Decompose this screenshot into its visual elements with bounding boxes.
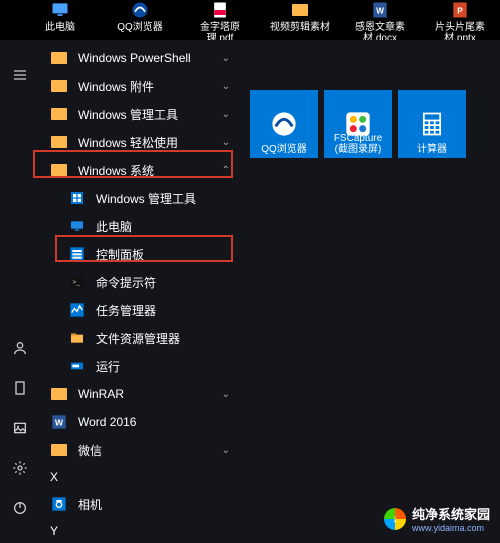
- app-item-cmd[interactable]: >_ 命令提示符: [40, 268, 240, 296]
- pictures-button[interactable]: [0, 408, 40, 448]
- app-folder-admintools[interactable]: Windows 管理工具 ⌄: [40, 100, 240, 128]
- tile-label: QQ浏览器: [254, 144, 314, 155]
- thispc-icon: [68, 217, 86, 235]
- folder-icon: [50, 385, 68, 403]
- chevron-down-icon: ⌄: [222, 53, 230, 64]
- folder-icon: [50, 161, 68, 179]
- app-label: Windows 轻松使用: [78, 134, 240, 151]
- app-label: Windows 管理工具: [96, 190, 240, 207]
- app-folder-accessories[interactable]: Windows 附件 ⌄: [40, 72, 240, 100]
- folder-icon: [50, 133, 68, 151]
- app-label: 运行: [96, 358, 240, 375]
- svg-text:W: W: [376, 5, 384, 15]
- app-label: Windows 附件: [78, 78, 240, 95]
- app-item-taskmanager[interactable]: 任务管理器: [40, 296, 240, 324]
- app-label: 控制面板: [96, 246, 240, 263]
- app-label: 命令提示符: [96, 274, 240, 291]
- app-label: Word 2016: [78, 415, 240, 429]
- desktop-icon-folder-video[interactable]: 视频剪辑素材: [270, 0, 330, 33]
- chevron-down-icon: ⌄: [222, 445, 230, 456]
- section-letter-y[interactable]: Y: [40, 518, 240, 543]
- app-item-run[interactable]: 运行: [40, 352, 240, 380]
- tile-qqbrowser[interactable]: QQ浏览器: [250, 90, 318, 158]
- cmd-icon: >_: [68, 273, 86, 291]
- word-icon: W: [50, 413, 68, 431]
- tile-label: FSCapture (截图录屏): [328, 133, 388, 155]
- watermark: 纯净系统家园 www.yidaima.com: [384, 504, 490, 533]
- monitor-icon: [50, 0, 70, 20]
- svg-text:P: P: [457, 5, 463, 15]
- expand-button[interactable]: [0, 55, 40, 95]
- app-label: Windows 管理工具: [78, 106, 240, 123]
- app-item-camera[interactable]: 相机: [40, 490, 240, 518]
- desktop-icon-pptx[interactable]: P 片头片尾素材.pptx: [430, 0, 490, 44]
- desktop-icon-thispc[interactable]: 此电脑: [30, 0, 90, 33]
- desktop-icon-label: 视频剪辑素材: [270, 22, 330, 33]
- app-folder-easeofaccess[interactable]: Windows 轻松使用 ⌄: [40, 128, 240, 156]
- watermark-logo-icon: [384, 508, 406, 530]
- calculator-icon: [417, 109, 447, 139]
- folder-icon: [50, 77, 68, 95]
- app-folder-wechat[interactable]: 微信 ⌄: [40, 436, 240, 464]
- run-icon: [68, 357, 86, 375]
- tiles-area: QQ浏览器 FSCapture (截图录屏) 计算器: [240, 40, 500, 543]
- desktop-icon-qqbrowser[interactable]: QQ浏览器: [110, 0, 170, 33]
- start-rail: [0, 40, 40, 543]
- app-item-explorer[interactable]: 文件资源管理器: [40, 324, 240, 352]
- app-folder-windows-system[interactable]: Windows 系统 ⌃: [40, 156, 240, 184]
- section-letter-x[interactable]: X: [40, 464, 240, 490]
- app-label: 相机: [78, 496, 240, 513]
- app-label: WinRAR: [78, 387, 240, 401]
- word-icon: W: [370, 0, 390, 20]
- app-label: Windows 系统: [78, 162, 240, 179]
- chevron-down-icon: ⌄: [222, 81, 230, 92]
- svg-text:W: W: [55, 417, 64, 427]
- powerpoint-icon: P: [450, 0, 470, 20]
- desktop-icon-label: QQ浏览器: [117, 22, 163, 33]
- power-button[interactable]: [0, 488, 40, 528]
- chevron-down-icon: ⌄: [222, 137, 230, 148]
- documents-button[interactable]: [0, 368, 40, 408]
- taskmgr-icon: [68, 301, 86, 319]
- start-menu: Windows PowerShell ⌄ Windows 附件 ⌄ Window…: [0, 40, 500, 543]
- tile-fscapture[interactable]: FSCapture (截图录屏): [324, 90, 392, 158]
- watermark-url: www.yidaima.com: [412, 523, 490, 533]
- chevron-down-icon: ⌄: [222, 109, 230, 120]
- folder-icon: [290, 0, 310, 20]
- app-label: Windows PowerShell: [78, 51, 240, 65]
- app-item-thispc[interactable]: 此电脑: [40, 212, 240, 240]
- apps-list: Windows PowerShell ⌄ Windows 附件 ⌄ Window…: [40, 40, 240, 543]
- desktop-icons-row: 此电脑 QQ浏览器 金字塔原理.pdf 视频剪辑素材 W 感恩文章素材.docx…: [0, 0, 500, 40]
- app-folder-winrar[interactable]: WinRAR ⌄: [40, 380, 240, 408]
- svg-text:>_: >_: [72, 279, 80, 286]
- folder-icon: [50, 441, 68, 459]
- app-label: 微信: [78, 442, 240, 459]
- app-label: 此电脑: [96, 218, 240, 235]
- app-item-word[interactable]: W Word 2016: [40, 408, 240, 436]
- tile-calculator[interactable]: 计算器: [398, 90, 466, 158]
- folder-icon: [50, 105, 68, 123]
- desktop-icon-pdf[interactable]: 金字塔原理.pdf: [190, 0, 250, 44]
- desktop-icon-label: 此电脑: [45, 22, 75, 33]
- explorer-icon: [68, 329, 86, 347]
- watermark-title: 纯净系统家园: [412, 507, 490, 522]
- control-panel-icon: [68, 245, 86, 263]
- user-button[interactable]: [0, 328, 40, 368]
- chevron-down-icon: ⌄: [222, 389, 230, 400]
- app-folder-powershell[interactable]: Windows PowerShell ⌄: [40, 44, 240, 72]
- tile-label: 计算器: [402, 144, 462, 155]
- pdf-icon: [210, 0, 230, 20]
- chevron-up-icon: ⌃: [222, 165, 230, 176]
- app-item-controlpanel[interactable]: 控制面板: [40, 240, 240, 268]
- app-item-admintools[interactable]: Windows 管理工具: [40, 184, 240, 212]
- app-label: 任务管理器: [96, 302, 240, 319]
- folder-icon: [50, 49, 68, 67]
- camera-icon: [50, 495, 68, 513]
- settings-button[interactable]: [0, 448, 40, 488]
- qqbrowser-icon: [130, 0, 150, 20]
- app-label: 文件资源管理器: [96, 330, 240, 347]
- qqbrowser-icon: [269, 109, 299, 139]
- desktop-icon-docx[interactable]: W 感恩文章素材.docx: [350, 0, 410, 44]
- admintools-icon: [68, 189, 86, 207]
